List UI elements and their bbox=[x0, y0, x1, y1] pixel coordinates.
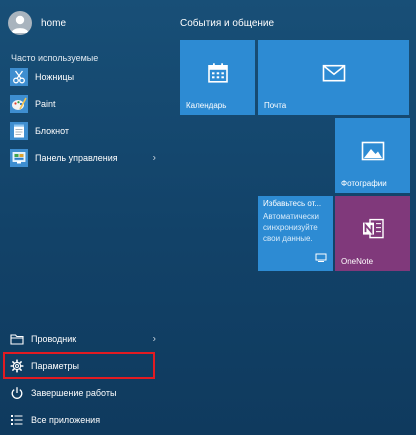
tile-group-title: События и общение bbox=[180, 18, 275, 29]
all-apps-icon bbox=[10, 413, 24, 427]
tile-mail-label: Почта bbox=[264, 101, 287, 110]
file-explorer-icon bbox=[10, 332, 24, 346]
power-icon bbox=[10, 386, 24, 400]
notepad-icon bbox=[10, 121, 28, 140]
control-panel-icon bbox=[10, 148, 28, 167]
power-item[interactable]: Завершение работы bbox=[0, 379, 166, 406]
app-notepad[interactable]: Блокнот bbox=[0, 117, 166, 144]
app-scissors[interactable]: Ножницы bbox=[0, 63, 166, 90]
tile-onenote[interactable]: OneNote bbox=[335, 196, 410, 271]
app-label: Блокнот bbox=[35, 125, 70, 136]
settings-highlight-box bbox=[3, 352, 155, 379]
user-avatar-icon bbox=[8, 11, 32, 35]
user-account[interactable]: home bbox=[8, 10, 158, 36]
onenote-icon bbox=[361, 216, 385, 245]
scissors-icon bbox=[10, 67, 28, 86]
all-apps-item[interactable]: Все приложения bbox=[0, 406, 166, 433]
photos-icon bbox=[361, 141, 385, 166]
frequent-apps-header: Часто используемые bbox=[11, 53, 99, 63]
start-menu-bottom-list: Проводник › Параметры Завершение работы … bbox=[0, 325, 166, 433]
tile-live-text: Автоматически синхронизуйте свои данные. bbox=[263, 212, 319, 243]
tile-live-title: Избавьтесь от... bbox=[263, 199, 322, 208]
tile-mail[interactable]: Почта bbox=[258, 40, 409, 115]
sync-icon bbox=[315, 249, 327, 267]
app-control-panel[interactable]: Панель управления › bbox=[0, 144, 166, 171]
app-label: Paint bbox=[35, 98, 56, 109]
tile-live-sync[interactable]: Избавьтесь от... Автоматически синхрониз… bbox=[258, 196, 333, 271]
app-label: Панель управления bbox=[35, 152, 118, 163]
file-explorer-item[interactable]: Проводник › bbox=[0, 325, 166, 352]
tile-onenote-label: OneNote bbox=[341, 257, 374, 266]
tile-photos[interactable]: Фотографии bbox=[335, 118, 410, 193]
chevron-right-icon[interactable]: › bbox=[153, 333, 156, 344]
start-menu-left-pane: home Часто используемые Ножницы Paint Бл… bbox=[0, 0, 168, 435]
user-name: home bbox=[41, 17, 67, 29]
mail-icon bbox=[322, 64, 346, 87]
file-explorer-label: Проводник bbox=[31, 333, 77, 344]
all-apps-label: Все приложения bbox=[31, 414, 101, 425]
chevron-right-icon[interactable]: › bbox=[153, 152, 156, 163]
frequent-apps-list: Ножницы Paint Блокнот Панель управления … bbox=[0, 63, 166, 171]
app-paint[interactable]: Paint bbox=[0, 90, 166, 117]
tile-calendar-label: Календарь bbox=[186, 101, 227, 110]
app-label: Ножницы bbox=[35, 71, 75, 82]
calendar-icon bbox=[207, 61, 229, 88]
tile-calendar[interactable]: Календарь bbox=[180, 40, 255, 115]
paint-icon bbox=[10, 94, 28, 113]
power-label: Завершение работы bbox=[31, 387, 117, 398]
tile-photos-label: Фотографии bbox=[341, 179, 387, 188]
